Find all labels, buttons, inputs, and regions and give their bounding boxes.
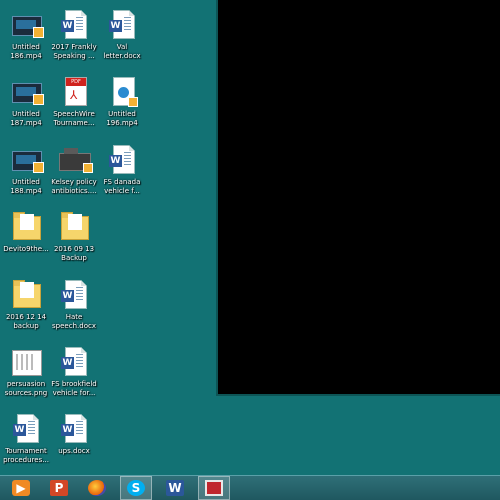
- desktop-icon-label: Hate speech.docx: [52, 313, 96, 330]
- desktop-icon-untitled-196[interactable]: Untitled 196.mp4: [98, 73, 146, 135]
- taskbar-media-player[interactable]: ▶: [6, 477, 36, 499]
- word-document-icon: W: [11, 414, 41, 444]
- folder-icon: [59, 212, 89, 242]
- recorder-icon: [205, 480, 223, 496]
- desktop-icon-label: 2017 Frankly Speaking ...: [51, 43, 97, 60]
- firefox-icon: [88, 480, 106, 496]
- taskbar-skype[interactable]: S: [120, 476, 152, 500]
- desktop-icon-label: ups.docx: [58, 447, 90, 455]
- word-document-icon: W: [59, 10, 89, 40]
- desktop-icon-hate-speech[interactable]: W Hate speech.docx: [50, 276, 98, 338]
- video-file-icon: [11, 10, 44, 40]
- desktop-icon-label: persuasion sources.png: [4, 380, 48, 397]
- desktop-icon-devito9the[interactable]: Devito9the...: [2, 208, 50, 270]
- desktop-icon-untitled-188[interactable]: Untitled 188.mp4: [2, 141, 50, 203]
- skype-icon: S: [127, 480, 145, 496]
- desktop-icon-2016-09-13-backup[interactable]: 2016 09 13 Backup: [50, 208, 98, 270]
- desktop-icon-label: Untitled 187.mp4: [10, 110, 42, 127]
- desktop-icon-fs-danada-vehicle[interactable]: W FS danada vehicle f...: [98, 141, 146, 203]
- desktop-icon-2017-frankly-speaking[interactable]: W 2017 Frankly Speaking ...: [50, 6, 98, 68]
- desktop-icon-label: 2016 09 13 Backup: [53, 245, 95, 262]
- video-file-icon: [11, 145, 44, 175]
- presentation-file-icon: [59, 145, 93, 175]
- desktop-icon-label: Tournament procedures...: [3, 447, 49, 464]
- desktop-icon-untitled-186[interactable]: Untitled 186.mp4: [2, 6, 50, 68]
- taskbar-recorder[interactable]: [198, 476, 230, 500]
- word-icon: W: [166, 480, 184, 496]
- word-document-icon: W: [107, 10, 137, 40]
- desktop-icon-label: FS danada vehicle f...: [103, 178, 141, 195]
- video-file-icon: [11, 77, 44, 107]
- desktop-icon-label: Devito9the...: [3, 245, 49, 253]
- desktop-icon-ups-docx[interactable]: W ups.docx: [50, 410, 98, 472]
- word-document-icon: W: [107, 145, 137, 175]
- word-document-icon: W: [59, 414, 89, 444]
- folder-icon: [11, 212, 41, 242]
- desktop-icon-label: FS brookfield vehicle for...: [51, 380, 97, 397]
- desktop-icon-2016-12-14-backup[interactable]: 2016 12 14 backup: [2, 276, 50, 338]
- media-player-icon: ▶: [12, 480, 30, 496]
- desktop-icon-label: 2016 12 14 backup: [5, 313, 47, 330]
- desktop-icon-tournament-procedures[interactable]: W Tournament procedures...: [2, 410, 50, 472]
- desktop-icon-label: Val letter.docx: [103, 43, 141, 60]
- folder-icon: [11, 280, 41, 310]
- desktop-icon-kelsey-policy[interactable]: Kelsey policy antibiotics....: [50, 141, 98, 203]
- taskbar-word[interactable]: W: [160, 477, 190, 499]
- taskbar: ▶ P S W: [0, 475, 500, 500]
- desktop-icon-label: Untitled 196.mp4: [106, 110, 138, 127]
- audio-file-icon: [107, 77, 138, 107]
- desktop-icon-label: Untitled 186.mp4: [10, 43, 42, 60]
- image-file-icon: [11, 347, 42, 377]
- desktop-icon-label: Kelsey policy antibiotics....: [51, 178, 97, 195]
- powerpoint-icon: P: [50, 480, 68, 496]
- desktop-icon-fs-brookfield-vehicle[interactable]: W FS brookfield vehicle for...: [50, 343, 98, 405]
- taskbar-powerpoint[interactable]: P: [44, 477, 74, 499]
- taskbar-firefox[interactable]: [82, 477, 112, 499]
- desktop-icon-val-letter[interactable]: W Val letter.docx: [98, 6, 146, 68]
- black-app-window[interactable]: [216, 0, 500, 396]
- desktop-icon-label: SpeechWire Tourname...: [53, 110, 95, 127]
- desktop-icon-untitled-187[interactable]: Untitled 187.mp4: [2, 73, 50, 135]
- word-document-icon: W: [59, 347, 89, 377]
- pdf-file-icon: PDF ⅄: [59, 77, 89, 107]
- word-document-icon: W: [59, 280, 89, 310]
- desktop-icon-persuasion-sources[interactable]: persuasion sources.png: [2, 343, 50, 405]
- desktop-icon-speechwire-tournament[interactable]: PDF ⅄ SpeechWire Tourname...: [50, 73, 98, 135]
- desktop-icon-label: Untitled 188.mp4: [10, 178, 42, 195]
